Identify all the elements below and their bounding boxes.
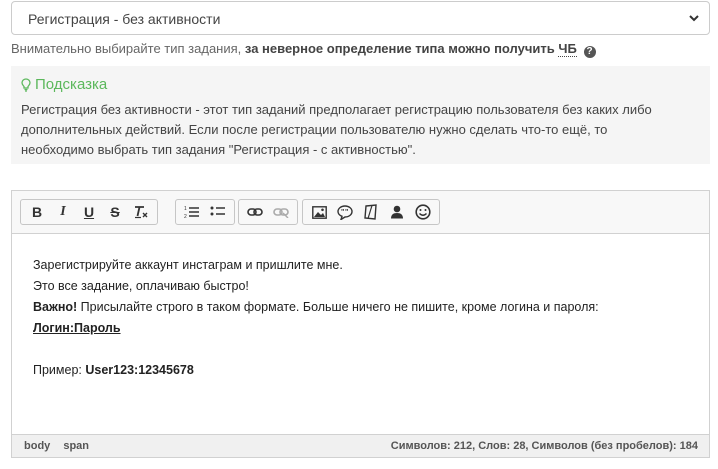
- remove-format-button[interactable]: [128, 201, 154, 223]
- link-icon: [247, 208, 263, 216]
- hint-title-text: Подсказка: [35, 76, 108, 93]
- question-icon[interactable]: ?: [583, 46, 596, 58]
- spoiler-page-icon: [364, 204, 377, 220]
- bullet-list-icon: [210, 206, 225, 216]
- unlink-button[interactable]: [268, 201, 294, 223]
- help-prefix: Внимательно выбирайте тип задания,: [11, 41, 242, 56]
- link-group: [238, 199, 298, 225]
- remove-format-icon: [135, 206, 148, 219]
- editor-statusbar: body span Символов: 212, Слов: 28, Симво…: [12, 434, 709, 457]
- content-line: Важно! Присылайте строго в таком формате…: [33, 297, 599, 318]
- image-button[interactable]: [306, 201, 332, 223]
- spoiler-button[interactable]: [358, 201, 384, 223]
- image-icon: [311, 205, 327, 219]
- hint-title: Подсказка: [21, 76, 700, 93]
- underline-button[interactable]: U: [76, 201, 102, 223]
- editor-content[interactable]: Зарегистрируйте аккаунт инстаграм и приш…: [33, 255, 599, 381]
- important-text: Присылайте строго в таком формате. Больш…: [77, 300, 599, 314]
- italic-button[interactable]: I: [50, 201, 76, 223]
- example-line: Пример: User123:12345678: [33, 360, 599, 381]
- path-item-span[interactable]: span: [63, 440, 89, 452]
- chevron-down-icon: [689, 15, 699, 22]
- svg-text:2: 2: [184, 214, 187, 219]
- format-line: Логин:Пароль: [33, 321, 121, 335]
- help-warning: за неверное определение типа можно получ…: [244, 41, 555, 56]
- content-line: Это все задание, оплачиваю быстро!: [33, 279, 249, 293]
- word-count: Символов: 212, Слов: 28, Символов (без п…: [390, 440, 698, 452]
- task-type-select[interactable]: Регистрация - без активности: [11, 1, 710, 35]
- bullet-list-button[interactable]: [205, 201, 231, 223]
- element-path: body span: [24, 440, 99, 452]
- unlink-icon: [273, 208, 289, 218]
- numbered-list-icon: 1 2: [184, 206, 199, 219]
- link-button[interactable]: [242, 201, 268, 223]
- path-item-body[interactable]: body: [24, 440, 50, 452]
- user-mention-button[interactable]: [384, 201, 410, 223]
- svg-text:": ": [341, 209, 344, 216]
- cb-badge-link[interactable]: ЧБ: [558, 41, 577, 57]
- format-group: B I U S: [20, 199, 158, 225]
- editor-toolbar: B I U S 1 2 " ": [12, 191, 709, 234]
- list-group: 1 2: [175, 199, 235, 225]
- hint-line: необходимо выбрать тип задания "Регистра…: [21, 142, 416, 157]
- example-value: User123:12345678: [85, 363, 194, 377]
- content-line: Зарегистрируйте аккаунт инстаграм и приш…: [33, 258, 343, 272]
- important-label: Важно!: [33, 300, 78, 314]
- numbered-list-button[interactable]: 1 2: [179, 201, 205, 223]
- hint-line: Регистрация без активности - этот тип за…: [21, 102, 652, 117]
- quote-bubble-icon: " ": [337, 204, 353, 220]
- user-icon: [391, 205, 403, 219]
- example-label: Пример:: [33, 363, 86, 377]
- emoji-button[interactable]: [410, 201, 436, 223]
- strikethrough-button[interactable]: S: [102, 201, 128, 223]
- lightbulb-icon: [21, 77, 31, 92]
- rich-text-editor: B I U S 1 2 " " Зарегистрируйте аккаунт …: [11, 190, 710, 458]
- hint-line: дополнительных действий. Если после реги…: [21, 122, 608, 137]
- bold-button[interactable]: B: [24, 201, 50, 223]
- quote-button[interactable]: " ": [332, 201, 358, 223]
- task-type-selected: Регистрация - без активности: [28, 11, 221, 27]
- insert-group: " ": [302, 199, 440, 225]
- hint-box: Подсказка Регистрация без активности - э…: [11, 66, 710, 164]
- smiley-icon: [415, 204, 431, 220]
- svg-text:1: 1: [184, 206, 187, 212]
- svg-text:": ": [345, 209, 348, 216]
- task-type-help: Внимательно выбирайте тип задания, за не…: [11, 41, 596, 58]
- hint-text: Регистрация без активности - этот тип за…: [21, 100, 700, 160]
